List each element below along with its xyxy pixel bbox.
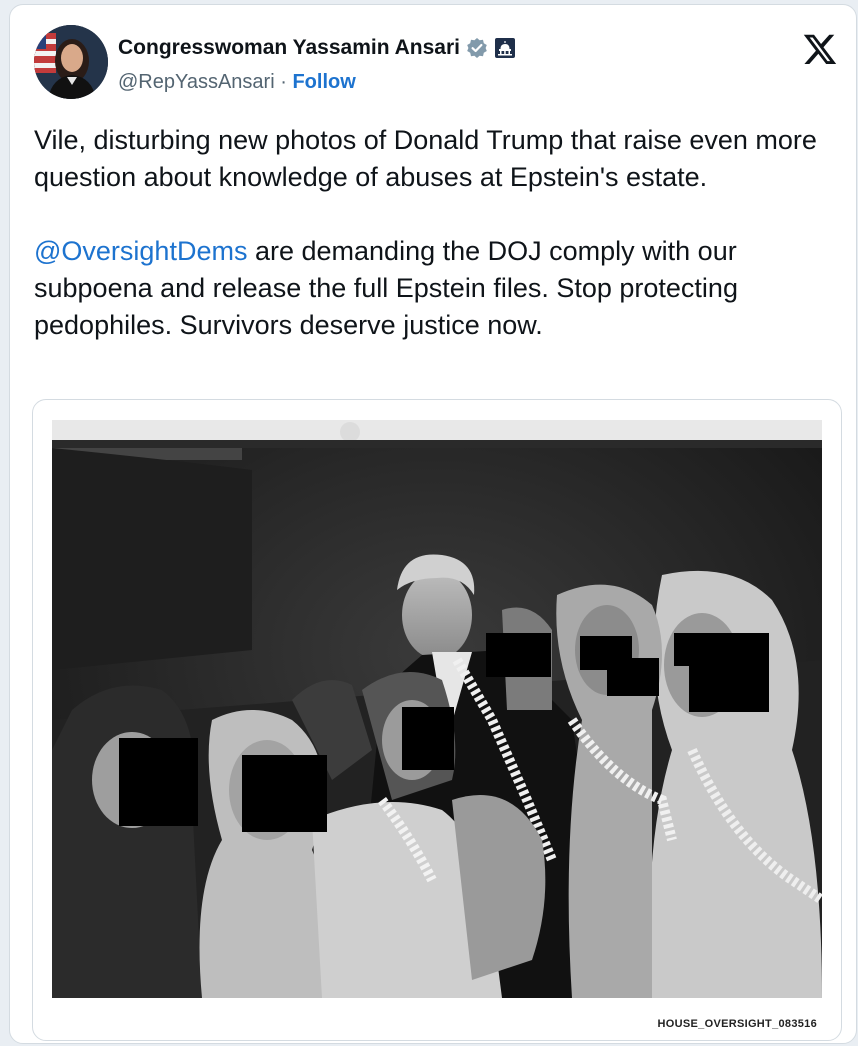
tweet-text: Vile, disturbing new photos of Donald Tr… — [34, 122, 834, 344]
handle-separator: · — [274, 71, 293, 93]
mention-link[interactable]: @OversightDems — [34, 236, 247, 266]
follow-button[interactable]: Follow — [292, 71, 355, 93]
redacted-photo — [52, 420, 822, 998]
author-name-row[interactable]: Congresswoman Yassamin Ansari — [118, 36, 516, 60]
avatar-image — [34, 25, 108, 99]
tweet-paragraph-2: @OversightDems are demanding the DOJ com… — [34, 233, 834, 344]
tweet-card: Congresswoman Yassamin Ansari @RepYassAn… — [9, 4, 857, 1044]
avatar[interactable] — [34, 25, 108, 99]
tweet-paragraph-1: Vile, disturbing new photos of Donald Tr… — [34, 125, 817, 192]
photo-caption: HOUSE_OVERSIGHT_083516 — [657, 1018, 817, 1030]
tweet-media[interactable]: HOUSE_OVERSIGHT_083516 — [32, 399, 842, 1041]
author-handle[interactable]: @RepYassAnsari — [118, 71, 275, 93]
photo-image — [52, 420, 822, 998]
author-name[interactable]: Congresswoman Yassamin Ansari — [118, 36, 460, 60]
verified-badge-icon — [467, 38, 487, 58]
handle-row: @RepYassAnsari · Follow — [118, 71, 356, 94]
x-logo-icon[interactable] — [802, 31, 838, 67]
capitol-icon — [494, 38, 515, 58]
